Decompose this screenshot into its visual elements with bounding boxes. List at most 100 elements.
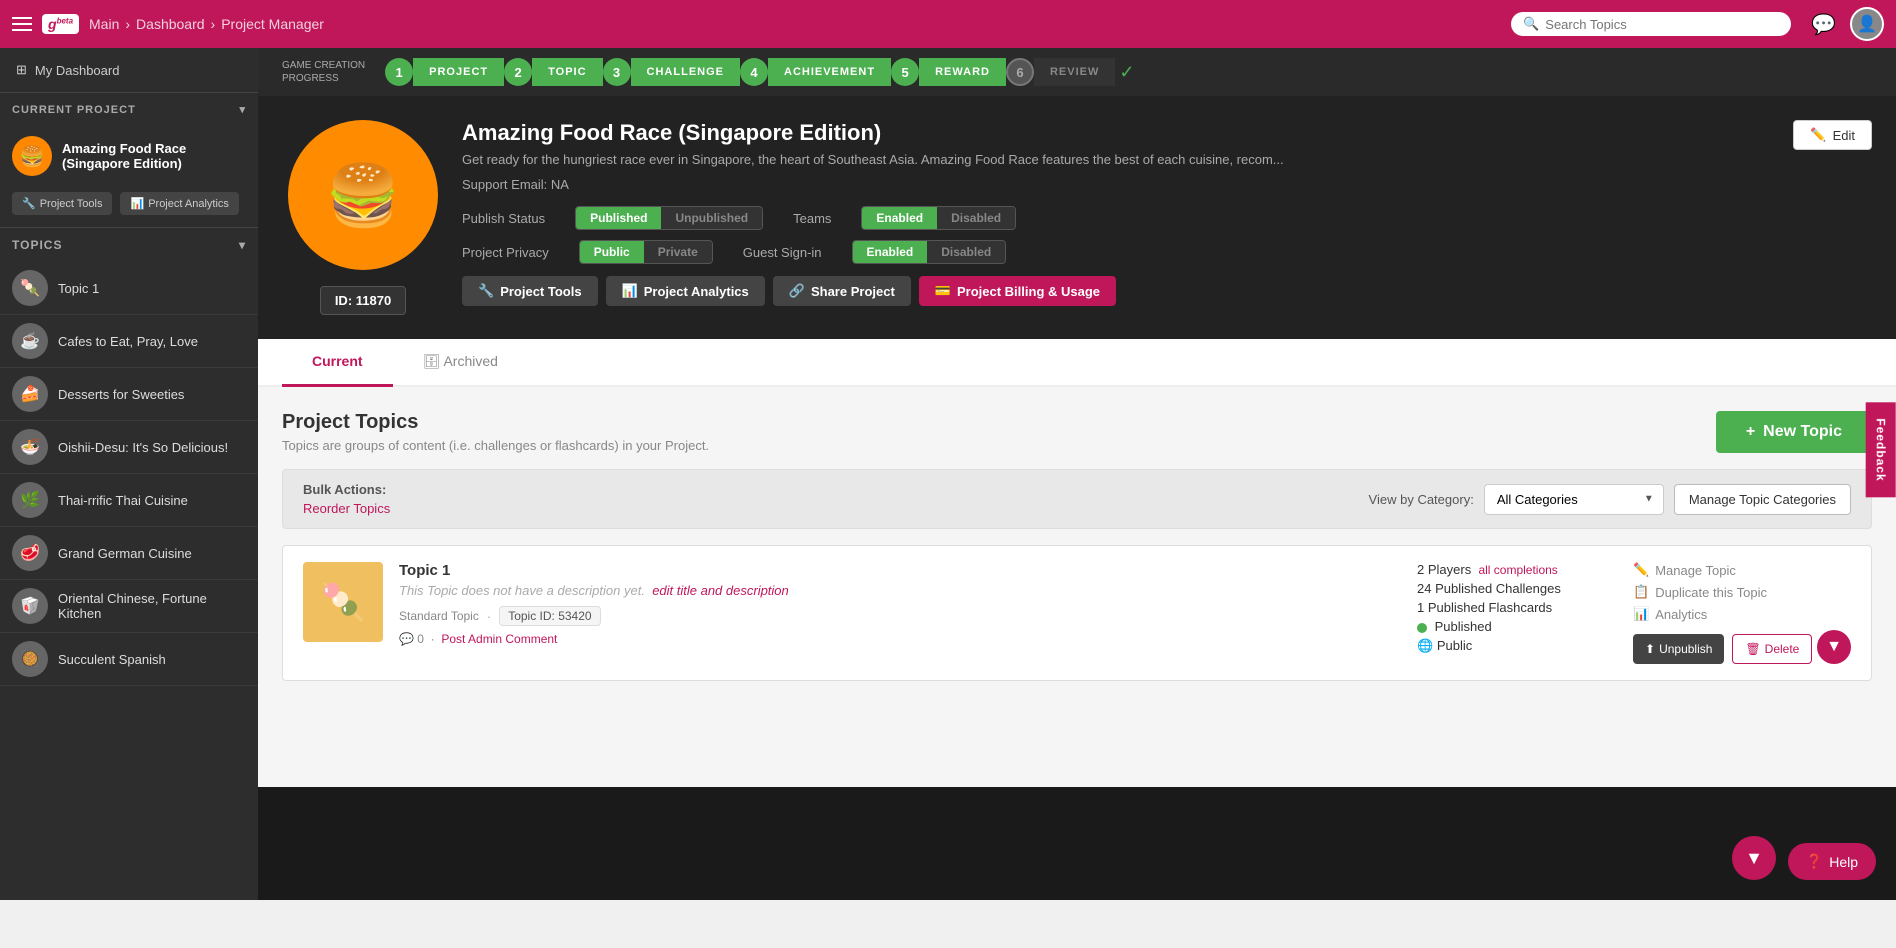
step-circle-3: 3 <box>603 58 631 86</box>
feedback-tab[interactable]: Feedback <box>1865 402 1895 497</box>
help-button[interactable]: ❓ Help <box>1788 843 1876 880</box>
breadcrumb-dashboard[interactable]: Dashboard <box>136 16 205 32</box>
app-logo: gbeta <box>42 14 79 34</box>
sidebar-topic-6[interactable]: 🥩 Grand German Cuisine <box>0 527 258 580</box>
avatar[interactable]: 👤 <box>1850 7 1884 41</box>
project-tools-action-btn[interactable]: 🔧 Project Tools <box>462 276 598 306</box>
tab-archived[interactable]: 🗄 Archived <box>393 339 528 387</box>
sidebar-topic-7[interactable]: 🥡 Oriental Chinese, Fortune Kitchen <box>0 580 258 633</box>
new-topic-button[interactable]: + New Topic <box>1716 411 1872 453</box>
search-input[interactable] <box>1545 17 1779 32</box>
category-select[interactable]: All Categories <box>1484 484 1664 515</box>
topic-thumb-1: 🍡 <box>12 270 48 306</box>
sidebar-topic-5[interactable]: 🌿 Thai-rrific Thai Cuisine <box>0 474 258 527</box>
topic-thumb-8: 🥘 <box>12 641 48 677</box>
manage-topic-categories-button[interactable]: Manage Topic Categories <box>1674 484 1851 515</box>
category-filter: View by Category: All Categories Manage … <box>1369 484 1851 515</box>
breadcrumb-project-manager[interactable]: Project Manager <box>221 16 324 32</box>
teams-enabled-btn[interactable]: Enabled <box>862 207 937 229</box>
chat-icon[interactable]: 💬 <box>1811 12 1836 37</box>
topic-thumb-3: 🍰 <box>12 376 48 412</box>
current-project-item[interactable]: 🍔 Amazing Food Race (Singapore Edition) <box>0 126 258 186</box>
project-description: Get ready for the hungriest race ever in… <box>462 152 1866 167</box>
duplicate-topic-link[interactable]: 📋 Duplicate this Topic <box>1633 584 1793 600</box>
progress-step-2[interactable]: 2 TOPIC <box>504 58 602 86</box>
unpublish-icon: ⬆ <box>1645 642 1655 656</box>
topic-name-2: Cafes to Eat, Pray, Love <box>58 334 198 349</box>
guest-enabled-btn[interactable]: Enabled <box>853 241 928 263</box>
progress-step-4[interactable]: 4 ACHIEVEMENT <box>740 58 891 86</box>
tab-current[interactable]: Current <box>282 339 393 387</box>
sidebar-dashboard[interactable]: ⊞ My Dashboard <box>0 48 258 93</box>
category-select-wrap[interactable]: All Categories <box>1484 484 1664 515</box>
project-title: Amazing Food Race (Singapore Edition) <box>462 120 1866 146</box>
published-btn[interactable]: Published <box>576 207 661 229</box>
progress-step-5[interactable]: 5 REWARD <box>891 58 1006 86</box>
bulk-actions-left: Bulk Actions: Reorder Topics <box>303 482 390 516</box>
topic-name-5: Thai-rrific Thai Cuisine <box>58 493 188 508</box>
step-circle-2: 2 <box>504 58 532 86</box>
project-analytics-action-btn[interactable]: 📊 Project Analytics <box>606 276 765 306</box>
topic-id-badge: Topic ID: 53420 <box>499 606 600 626</box>
project-analytics-button[interactable]: 📊 Project Analytics <box>120 192 238 215</box>
sidebar-topic-8[interactable]: 🥘 Succulent Spanish <box>0 633 258 686</box>
float-expand-button[interactable]: ▼ <box>1732 836 1776 880</box>
topic-type-label: Standard Topic <box>399 609 479 623</box>
private-btn[interactable]: Private <box>644 241 712 263</box>
unpublished-btn[interactable]: Unpublished <box>661 207 762 229</box>
help-icon: ❓ <box>1806 853 1823 870</box>
topic-thumb-5: 🌿 <box>12 482 48 518</box>
step-circle-5: 5 <box>891 58 919 86</box>
project-billing-btn[interactable]: 💳 Project Billing & Usage <box>919 276 1116 306</box>
sidebar-topic-3[interactable]: 🍰 Desserts for Sweeties <box>0 368 258 421</box>
project-tools-button[interactable]: 🔧 Project Tools <box>12 192 112 215</box>
sidebar: ⊞ My Dashboard CURRENT PROJECT ▾ 🍔 Amazi… <box>0 48 258 900</box>
post-admin-comment-link[interactable]: Post Admin Comment <box>441 632 557 646</box>
analytics-topic-link[interactable]: 📊 Analytics <box>1633 606 1793 622</box>
sidebar-topic-4[interactable]: 🍜 Oishii-Desu: It's So Delicious! <box>0 421 258 474</box>
guest-disabled-btn[interactable]: Disabled <box>927 241 1005 263</box>
progress-step-1[interactable]: 1 PROJECT <box>385 58 504 86</box>
step-circle-4: 4 <box>740 58 768 86</box>
all-completions-link[interactable]: all completions <box>1478 563 1557 577</box>
unpublish-topic-button[interactable]: ⬆ Unpublish <box>1633 634 1724 664</box>
tabs-bar: Current 🗄 Archived <box>258 339 1896 387</box>
globe-icon: 🌐 <box>1417 638 1433 653</box>
step-label-4: ACHIEVEMENT <box>768 58 891 86</box>
privacy-label: Project Privacy <box>462 245 549 260</box>
topic-thumb-7: 🥡 <box>12 588 48 624</box>
publish-toggle[interactable]: Published Unpublished <box>575 206 763 230</box>
teams-disabled-btn[interactable]: Disabled <box>937 207 1015 229</box>
sidebar-topic-1[interactable]: 🍡 Topic 1 <box>0 262 258 315</box>
chevron-down-icon[interactable]: ▾ <box>239 103 246 116</box>
reorder-topics-link[interactable]: Reorder Topics <box>303 501 390 516</box>
expand-topic-button[interactable]: ▼ <box>1817 630 1851 664</box>
topic-thumb-2: ☕ <box>12 323 48 359</box>
plus-icon: + <box>1746 423 1755 441</box>
hamburger-menu[interactable] <box>12 17 32 31</box>
privacy-toggle[interactable]: Public Private <box>579 240 713 264</box>
delete-topic-button[interactable]: 🗑 Delete <box>1732 634 1812 664</box>
search-bar[interactable]: 🔍 <box>1511 12 1791 36</box>
progress-step-3[interactable]: 3 CHALLENGE <box>603 58 740 86</box>
step-label-2: TOPIC <box>532 58 602 86</box>
teams-toggle[interactable]: Enabled Disabled <box>861 206 1016 230</box>
guest-toggle[interactable]: Enabled Disabled <box>852 240 1007 264</box>
sidebar-topic-2[interactable]: ☕ Cafes to Eat, Pray, Love <box>0 315 258 368</box>
checkmark-icon: ✓ <box>1119 62 1134 83</box>
analytics-icon: 📊 <box>130 197 144 210</box>
project-support: Support Email: NA <box>462 177 1866 192</box>
public-btn[interactable]: Public <box>580 241 644 263</box>
manage-topic-link[interactable]: ✏️ Manage Topic <box>1633 562 1793 578</box>
project-share-btn[interactable]: 🔗 Share Project <box>773 276 911 306</box>
topic-card-1: 🍡 Topic 1 This Topic does not have a des… <box>282 545 1872 681</box>
progress-step-6[interactable]: 6 REVIEW ✓ <box>1006 58 1135 86</box>
breadcrumb-main[interactable]: Main <box>89 16 119 32</box>
edit-project-button[interactable]: ✏️ Edit <box>1793 120 1872 150</box>
category-label: View by Category: <box>1369 492 1474 507</box>
trash-icon: 🗑 <box>1745 642 1760 656</box>
topics-chevron-icon[interactable]: ▾ <box>239 238 246 252</box>
breadcrumb: Main › Dashboard › Project Manager <box>89 16 324 32</box>
edit-topic-link[interactable]: edit title and description <box>652 583 789 598</box>
topic-card-title: Topic 1 <box>399 562 1401 579</box>
